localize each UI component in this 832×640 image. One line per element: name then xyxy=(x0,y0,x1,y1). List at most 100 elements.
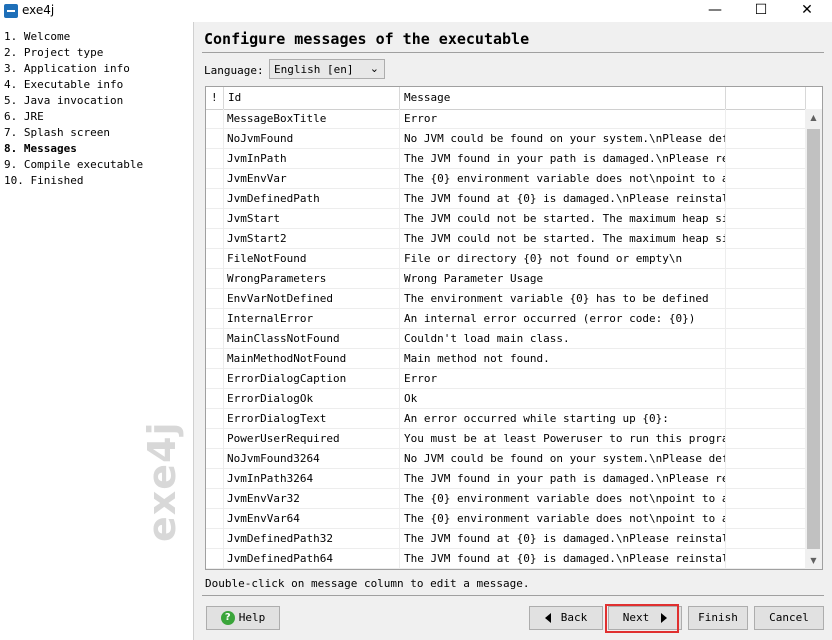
column-header-flag[interactable]: ! xyxy=(206,87,224,109)
row-id-cell: MainMethodNotFound xyxy=(224,349,400,369)
row-id-cell: MessageBoxTitle xyxy=(224,109,400,129)
column-header-message[interactable]: Message xyxy=(400,87,726,109)
step-java-invocation[interactable]: 5. Java invocation xyxy=(4,94,123,110)
row-flag-cell xyxy=(206,109,224,129)
row-message-cell[interactable]: The JVM could not be started. The maximu… xyxy=(400,209,726,229)
table-row[interactable]: NoJvmFound3264 No JVM could be found on y… xyxy=(206,449,806,469)
cancel-button[interactable]: Cancel xyxy=(754,606,824,630)
language-select[interactable]: English [en] ⌄ xyxy=(269,59,385,79)
step-welcome[interactable]: 1. Welcome xyxy=(4,30,70,46)
table-row[interactable]: JvmDefinedPath The JVM found at {0} is da… xyxy=(206,189,806,209)
finish-button[interactable]: Finish xyxy=(688,606,748,630)
table-row[interactable]: JvmEnvVar The {0} environment variable do… xyxy=(206,169,806,189)
step-finished[interactable]: 10. Finished xyxy=(4,174,83,190)
table-row[interactable]: JvmStart2 The JVM could not be started. T… xyxy=(206,229,806,249)
table-row[interactable]: JvmEnvVar64 The {0} environment variable … xyxy=(206,509,806,529)
step-splash-screen[interactable]: 7. Splash screen xyxy=(4,126,110,142)
row-flag-cell xyxy=(206,149,224,169)
scroll-up-icon[interactable]: ▲ xyxy=(805,109,822,126)
table-row[interactable]: FileNotFound File or directory {0} not fo… xyxy=(206,249,806,269)
row-flag-cell xyxy=(206,409,224,429)
table-row[interactable]: MainMethodNotFound Main method not found. xyxy=(206,349,806,369)
row-message-cell[interactable]: You must be at least Poweruser to run th… xyxy=(400,429,726,449)
table-row[interactable]: ErrorDialogOk Ok xyxy=(206,389,806,409)
row-flag-cell xyxy=(206,549,224,569)
row-message-cell[interactable]: Ok xyxy=(400,389,726,409)
row-id-cell: ErrorDialogText xyxy=(224,409,400,429)
scrollbar-thumb[interactable] xyxy=(807,129,820,549)
row-id-cell: JvmDefinedPath64 xyxy=(224,549,400,569)
row-message-cell[interactable]: No JVM could be found on your system.\nP… xyxy=(400,129,726,149)
main-panel: Configure messages of the executable Lan… xyxy=(193,22,832,640)
row-message-cell[interactable]: Error xyxy=(400,109,726,129)
title-divider xyxy=(202,52,824,53)
row-message-cell[interactable]: The JVM found at {0} is damaged.\nPlease… xyxy=(400,529,726,549)
row-id-cell: JvmEnvVar32 xyxy=(224,489,400,509)
row-message-cell[interactable]: The {0} environment variable does not\np… xyxy=(400,489,726,509)
row-message-cell[interactable]: The JVM found at {0} is damaged.\nPlease… xyxy=(400,189,726,209)
minimize-button[interactable]: — xyxy=(692,0,738,22)
row-message-cell[interactable]: The JVM found in your path is damaged.\n… xyxy=(400,149,726,169)
row-flag-cell xyxy=(206,529,224,549)
row-flag-cell xyxy=(206,349,224,369)
row-message-cell[interactable]: The {0} environment variable does not\np… xyxy=(400,509,726,529)
row-message-cell[interactable]: An error occurred while starting up {0}: xyxy=(400,409,726,429)
maximize-button[interactable]: ☐ xyxy=(738,0,784,22)
edit-hint: Double-click on message column to edit a… xyxy=(205,577,530,590)
table-row[interactable]: MessageBoxTitle Error xyxy=(206,109,806,129)
row-id-cell: ErrorDialogOk xyxy=(224,389,400,409)
row-id-cell: JvmInPath3264 xyxy=(224,469,400,489)
table-row[interactable]: NoJvmFound No JVM could be found on your … xyxy=(206,129,806,149)
table-row[interactable]: MainClassNotFound Couldn't load main clas… xyxy=(206,329,806,349)
table-row[interactable]: JvmInPath3264 The JVM found in your path … xyxy=(206,469,806,489)
table-row[interactable]: ErrorDialogCaption Error xyxy=(206,369,806,389)
help-label: Help xyxy=(238,611,266,624)
row-message-cell[interactable]: The JVM could not be started. The maximu… xyxy=(400,229,726,249)
row-flag-cell xyxy=(206,429,224,449)
row-message-cell[interactable]: The {0} environment variable does not\np… xyxy=(400,169,726,189)
scroll-down-icon[interactable]: ▼ xyxy=(805,552,822,569)
row-flag-cell xyxy=(206,189,224,209)
step-executable-info[interactable]: 4. Executable info xyxy=(4,78,123,94)
page-title: Configure messages of the executable xyxy=(204,30,530,48)
row-message-cell[interactable]: The environment variable {0} has to be d… xyxy=(400,289,726,309)
step-application-info[interactable]: 3. Application info xyxy=(4,62,130,78)
table-row[interactable]: ErrorDialogText An error occurred while s… xyxy=(206,409,806,429)
row-message-cell[interactable]: File or directory {0} not found or empty… xyxy=(400,249,726,269)
row-message-cell[interactable]: Main method not found. xyxy=(400,349,726,369)
help-icon: ? xyxy=(220,611,235,625)
vertical-scrollbar[interactable]: ▲ ▼ xyxy=(805,109,822,569)
back-button[interactable]: Back xyxy=(529,606,603,630)
row-message-cell[interactable]: An internal error occurred (error code: … xyxy=(400,309,726,329)
column-header-id[interactable]: Id xyxy=(224,87,400,109)
table-row[interactable]: PowerUserRequired You must be at least Po… xyxy=(206,429,806,449)
row-message-cell[interactable]: No JVM could be found on your system.\nP… xyxy=(400,449,726,469)
row-message-cell[interactable]: Error xyxy=(400,369,726,389)
help-button[interactable]: ? Help xyxy=(206,606,280,630)
app-icon xyxy=(4,4,18,18)
row-id-cell: ErrorDialogCaption xyxy=(224,369,400,389)
table-row[interactable]: EnvVarNotDefined The environment variable… xyxy=(206,289,806,309)
exe4j-watermark: exe4j xyxy=(140,421,184,542)
step-project-type[interactable]: 2. Project type xyxy=(4,46,103,62)
step-jre[interactable]: 6. JRE xyxy=(4,110,44,126)
table-row[interactable]: JvmStart The JVM could not be started. Th… xyxy=(206,209,806,229)
step-compile-executable[interactable]: 9. Compile executable xyxy=(4,158,143,174)
table-row[interactable]: JvmDefinedPath32 The JVM found at {0} is … xyxy=(206,529,806,549)
table-row[interactable]: InternalError An internal error occurred … xyxy=(206,309,806,329)
step-messages[interactable]: 8. Messages xyxy=(4,142,77,158)
table-header: ! Id Message xyxy=(206,87,806,110)
row-message-cell[interactable]: The JVM found in your path is damaged.\n… xyxy=(400,469,726,489)
table-row[interactable]: WrongParameters Wrong Parameter Usage xyxy=(206,269,806,289)
row-id-cell: InternalError xyxy=(224,309,400,329)
row-message-cell[interactable]: Wrong Parameter Usage xyxy=(400,269,726,289)
table-row[interactable]: JvmInPath The JVM found in your path is d… xyxy=(206,149,806,169)
table-row[interactable]: JvmDefinedPath64 The JVM found at {0} is … xyxy=(206,549,806,569)
messages-table: ! Id Message MessageBoxTitle Error NoJvmFo… xyxy=(205,86,823,570)
row-message-cell[interactable]: Couldn't load main class. xyxy=(400,329,726,349)
row-flag-cell xyxy=(206,229,224,249)
row-message-cell[interactable]: The JVM found at {0} is damaged.\nPlease… xyxy=(400,549,726,569)
close-button[interactable]: ✕ xyxy=(784,0,830,22)
row-id-cell: JvmEnvVar64 xyxy=(224,509,400,529)
table-row[interactable]: JvmEnvVar32 The {0} environment variable … xyxy=(206,489,806,509)
